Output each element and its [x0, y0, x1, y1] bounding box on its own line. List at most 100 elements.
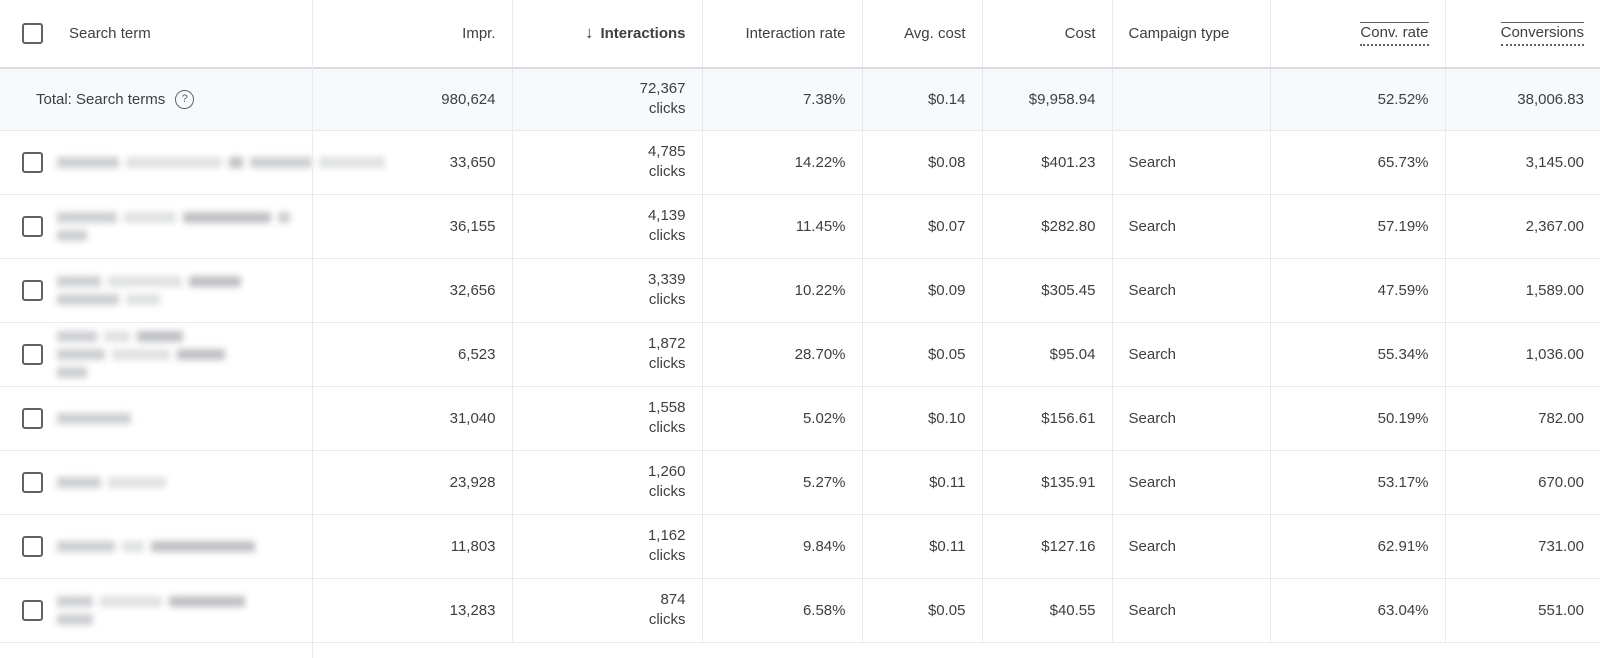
cell-cost: $127.16	[982, 514, 1112, 578]
cell-interaction-rate: 28.70%	[702, 322, 862, 386]
cell-interaction-rate: 9.84%	[702, 514, 862, 578]
cell-campaign-type: Search	[1112, 194, 1270, 258]
redacted-block	[189, 276, 241, 287]
column-header-campaign-type[interactable]: Campaign type	[1112, 0, 1270, 68]
cell-conversions: 551.00	[1445, 578, 1600, 642]
column-header-interaction-rate[interactable]: Interaction rate	[702, 0, 862, 68]
redacted-block	[57, 157, 119, 168]
cell-conversions: 1,036.00	[1445, 322, 1600, 386]
redacted-block	[57, 349, 105, 360]
column-header-label-campaign-type: Campaign type	[1129, 25, 1230, 42]
redacted-search-term	[57, 595, 245, 625]
cell-interactions: 874clicks	[512, 578, 702, 642]
row-checkbox[interactable]	[22, 536, 43, 557]
row-checkbox[interactable]	[22, 600, 43, 621]
redacted-block	[57, 212, 117, 223]
redacted-search-term	[57, 275, 241, 305]
column-header-conv-rate[interactable]: Conv. rate	[1270, 0, 1445, 68]
cell-conv-rate: 65.73%	[1270, 130, 1445, 194]
cell-avg-cost: $0.05	[862, 322, 982, 386]
cell-conv-rate: 55.34%	[1270, 322, 1445, 386]
redacted-block	[57, 477, 101, 488]
interactions-unit: clicks	[649, 354, 686, 374]
row-checkbox[interactable]	[22, 216, 43, 237]
help-circle-icon[interactable]: ?	[175, 90, 194, 109]
interactions-unit: clicks	[649, 162, 686, 182]
column-header-label-conv-rate: Conv. rate	[1360, 22, 1428, 46]
cell-avg-cost: $0.07	[862, 194, 982, 258]
cell-impressions: 32,656	[312, 258, 512, 322]
column-header-cost[interactable]: Cost	[982, 0, 1112, 68]
table-row[interactable]: 11,8031,162clicks9.84%$0.11$127.16Search…	[0, 514, 1600, 578]
interactions-unit: clicks	[649, 610, 686, 630]
redacted-block	[126, 157, 222, 168]
cell-avg-cost: $0.08	[862, 130, 982, 194]
column-header-interactions[interactable]: ↓ Interactions	[512, 0, 702, 68]
cell-avg-cost: $0.10	[862, 386, 982, 450]
interactions-unit: clicks	[649, 482, 686, 502]
cell-search-term	[0, 514, 312, 578]
row-checkbox[interactable]	[22, 344, 43, 365]
table-row[interactable]: 33,6504,785clicks14.22%$0.08$401.23Searc…	[0, 130, 1600, 194]
redacted-search-term	[57, 156, 385, 168]
redacted-block	[57, 276, 101, 287]
interactions-value: 4,785	[648, 142, 686, 162]
redacted-block	[177, 349, 225, 360]
cell-campaign-type: Search	[1112, 322, 1270, 386]
column-header-conversions[interactable]: Conversions	[1445, 0, 1600, 68]
cell-campaign-type: Search	[1112, 514, 1270, 578]
cell-cost: $282.80	[982, 194, 1112, 258]
cell-interaction-rate: 5.27%	[702, 450, 862, 514]
redacted-block	[169, 596, 245, 607]
cell-impressions: 23,928	[312, 450, 512, 514]
row-checkbox[interactable]	[22, 408, 43, 429]
arrow-down-icon: ↓	[585, 24, 594, 41]
total-row-label-cell: Total: Search terms ?	[0, 68, 312, 130]
cell-interactions: 4,785clicks	[512, 130, 702, 194]
select-all-checkbox[interactable]	[22, 23, 43, 44]
cell-cost: $401.23	[982, 130, 1112, 194]
redacted-block	[100, 596, 162, 607]
total-interaction-rate: 7.38%	[702, 68, 862, 130]
redacted-block	[57, 331, 97, 342]
row-checkbox[interactable]	[22, 472, 43, 493]
column-header-label-search-term: Search term	[69, 25, 151, 42]
row-checkbox[interactable]	[22, 152, 43, 173]
table-row[interactable]: 23,9281,260clicks5.27%$0.11$135.91Search…	[0, 450, 1600, 514]
cell-interactions: 1,260clicks	[512, 450, 702, 514]
interactions-value: 1,260	[648, 462, 686, 482]
cell-interactions: 1,872clicks	[512, 322, 702, 386]
redacted-block	[57, 596, 93, 607]
cell-interactions: 1,162clicks	[512, 514, 702, 578]
cell-cost: $40.55	[982, 578, 1112, 642]
column-header-search-term[interactable]: Search term	[0, 0, 312, 68]
cell-interaction-rate: 10.22%	[702, 258, 862, 322]
interactions-unit: clicks	[649, 226, 686, 246]
row-checkbox[interactable]	[22, 280, 43, 301]
table-row[interactable]: 31,0401,558clicks5.02%$0.10$156.61Search…	[0, 386, 1600, 450]
table-row[interactable]: 6,5231,872clicks28.70%$0.05$95.04Search5…	[0, 322, 1600, 386]
redacted-block	[229, 157, 243, 168]
interactions-value: 1,872	[648, 334, 686, 354]
redacted-block	[57, 413, 131, 424]
column-header-impressions[interactable]: Impr.	[312, 0, 512, 68]
column-header-label-interaction-rate: Interaction rate	[745, 25, 845, 42]
redacted-block	[108, 477, 166, 488]
column-header-avg-cost[interactable]: Avg. cost	[862, 0, 982, 68]
cell-campaign-type: Search	[1112, 130, 1270, 194]
cell-interactions: 4,139clicks	[512, 194, 702, 258]
cell-conversions: 731.00	[1445, 514, 1600, 578]
cell-interaction-rate: 5.02%	[702, 386, 862, 450]
total-row: Total: Search terms ? 980,624 72,367 cli…	[0, 68, 1600, 130]
cell-interactions: 3,339clicks	[512, 258, 702, 322]
column-header-label-interactions: Interactions	[600, 25, 685, 42]
redacted-search-term	[57, 412, 131, 424]
redacted-block	[250, 157, 312, 168]
cell-interactions: 1,558clicks	[512, 386, 702, 450]
total-interactions: 72,367 clicks	[512, 68, 702, 130]
table-row[interactable]: 13,283874clicks6.58%$0.05$40.55Search63.…	[0, 578, 1600, 642]
table-row[interactable]: 36,1554,139clicks11.45%$0.07$282.80Searc…	[0, 194, 1600, 258]
table-row[interactable]: 32,6563,339clicks10.22%$0.09$305.45Searc…	[0, 258, 1600, 322]
cell-interaction-rate: 11.45%	[702, 194, 862, 258]
total-row-label: Total: Search terms	[36, 91, 165, 108]
